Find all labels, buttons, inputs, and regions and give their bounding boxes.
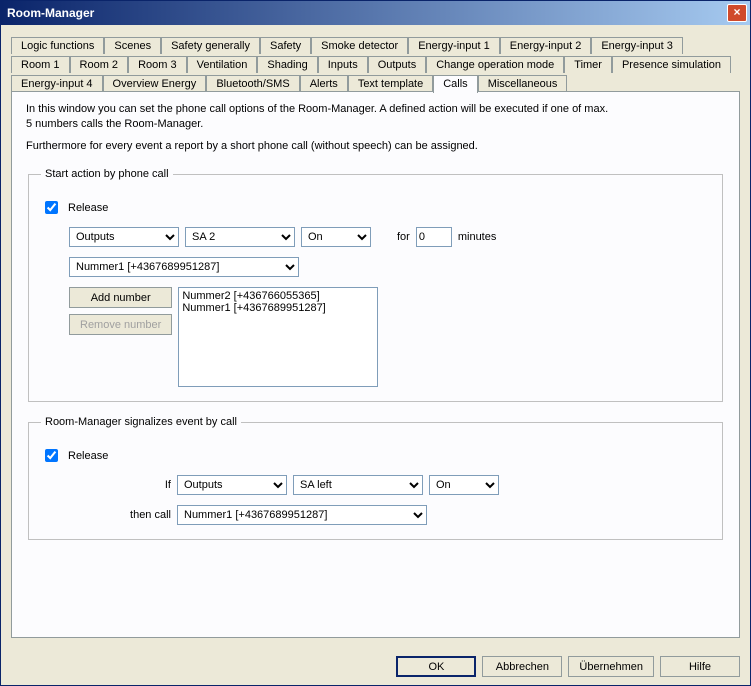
- description-text: In this window you can set the phone cal…: [26, 102, 725, 133]
- tab-ventilation[interactable]: Ventilation: [187, 56, 258, 73]
- target-type-select[interactable]: Outputs: [69, 227, 179, 247]
- tab-room-3[interactable]: Room 3: [128, 56, 187, 73]
- help-button[interactable]: Hilfe: [660, 656, 740, 677]
- description-text-2: Furthermore for every event a report by …: [26, 139, 725, 154]
- then-call-label: then call: [41, 509, 171, 521]
- add-number-button[interactable]: Add number: [69, 287, 172, 308]
- group-start-action-legend: Start action by phone call: [41, 168, 173, 180]
- tab-energy-input-4[interactable]: Energy-input 4: [11, 75, 103, 92]
- for-label: for: [397, 231, 410, 243]
- remove-number-button: Remove number: [69, 314, 172, 335]
- titlebar: Room-Manager ×: [1, 1, 750, 25]
- tab-calls[interactable]: Calls: [433, 75, 477, 93]
- group-signalize-event: Room-Manager signalizes event by call Re…: [28, 416, 723, 540]
- tab-energy-input-3[interactable]: Energy-input 3: [591, 37, 683, 54]
- cancel-button[interactable]: Abbrechen: [482, 656, 562, 677]
- tab-overview-energy[interactable]: Overview Energy: [103, 75, 207, 92]
- tab-logic-functions[interactable]: Logic functions: [11, 37, 104, 54]
- release-label-2[interactable]: Release: [68, 450, 108, 462]
- release-label-1[interactable]: Release: [68, 202, 108, 214]
- tab-alerts[interactable]: Alerts: [300, 75, 348, 92]
- tab-strip: Logic functionsScenesSafety generallySaf…: [11, 35, 740, 92]
- list-item[interactable]: Nummer2 [+436766055365]: [181, 290, 375, 302]
- tab-presence-simulation[interactable]: Presence simulation: [612, 56, 731, 73]
- tab-text-template[interactable]: Text template: [348, 75, 433, 92]
- tab-timer[interactable]: Timer: [564, 56, 612, 73]
- number-select[interactable]: Nummer1 [+4367689951287]: [69, 257, 299, 277]
- tab-safety-generally[interactable]: Safety generally: [161, 37, 260, 54]
- list-item[interactable]: Nummer1 [+4367689951287]: [181, 302, 375, 314]
- content-area: Logic functionsScenesSafety generallySaf…: [1, 25, 750, 648]
- then-number-select[interactable]: Nummer1 [+4367689951287]: [177, 505, 427, 525]
- tab-safety[interactable]: Safety: [260, 37, 311, 54]
- window-title: Room-Manager: [7, 6, 727, 20]
- close-icon[interactable]: ×: [727, 4, 747, 22]
- cond-type-select[interactable]: Outputs: [177, 475, 287, 495]
- tab-bluetooth-sms[interactable]: Bluetooth/SMS: [206, 75, 299, 92]
- target-state-select[interactable]: On: [301, 227, 371, 247]
- tab-energy-input-2[interactable]: Energy-input 2: [500, 37, 592, 54]
- tab-change-operation-mode[interactable]: Change operation mode: [426, 56, 564, 73]
- apply-button[interactable]: Übernehmen: [568, 656, 654, 677]
- tab-inputs[interactable]: Inputs: [318, 56, 368, 73]
- cond-channel-select[interactable]: SA left: [293, 475, 423, 495]
- tab-panel-calls: In this window you can set the phone cal…: [11, 91, 740, 638]
- cond-state-select[interactable]: On: [429, 475, 499, 495]
- tab-room-1[interactable]: Room 1: [11, 56, 70, 73]
- if-label: If: [41, 479, 171, 491]
- tab-energy-input-1[interactable]: Energy-input 1: [408, 37, 500, 54]
- target-channel-select[interactable]: SA 2: [185, 227, 295, 247]
- group-signalize-event-legend: Room-Manager signalizes event by call: [41, 416, 241, 428]
- tab-miscellaneous[interactable]: Miscellaneous: [478, 75, 568, 92]
- tab-scenes[interactable]: Scenes: [104, 37, 161, 54]
- numbers-listbox[interactable]: Nummer2 [+436766055365]Nummer1 [+4367689…: [178, 287, 378, 387]
- tab-outputs[interactable]: Outputs: [368, 56, 427, 73]
- release-checkbox-2[interactable]: [45, 449, 58, 462]
- minutes-label: minutes: [458, 231, 497, 243]
- release-checkbox-1[interactable]: [45, 201, 58, 214]
- ok-button[interactable]: OK: [396, 656, 476, 677]
- minutes-input[interactable]: [416, 227, 452, 247]
- tab-shading[interactable]: Shading: [257, 56, 317, 73]
- dialog-window: Room-Manager × Logic functionsScenesSafe…: [0, 0, 751, 686]
- tab-room-2[interactable]: Room 2: [70, 56, 129, 73]
- dialog-button-bar: OK Abbrechen Übernehmen Hilfe: [1, 648, 750, 685]
- tab-smoke-detector[interactable]: Smoke detector: [311, 37, 408, 54]
- group-start-action: Start action by phone call Release Outpu…: [28, 168, 723, 402]
